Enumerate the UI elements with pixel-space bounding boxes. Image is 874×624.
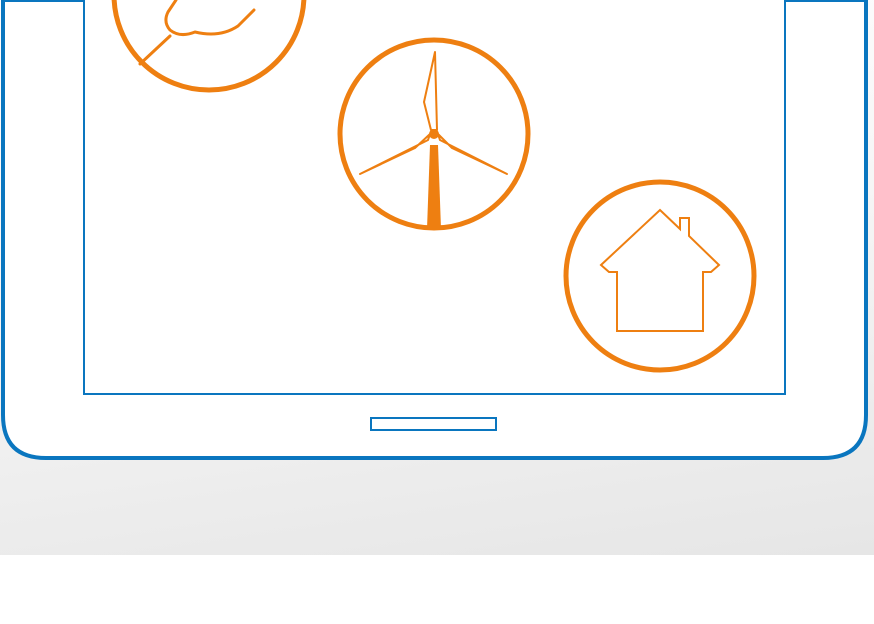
tablet-illustration [1, 0, 868, 460]
home-button[interactable] [370, 417, 497, 431]
